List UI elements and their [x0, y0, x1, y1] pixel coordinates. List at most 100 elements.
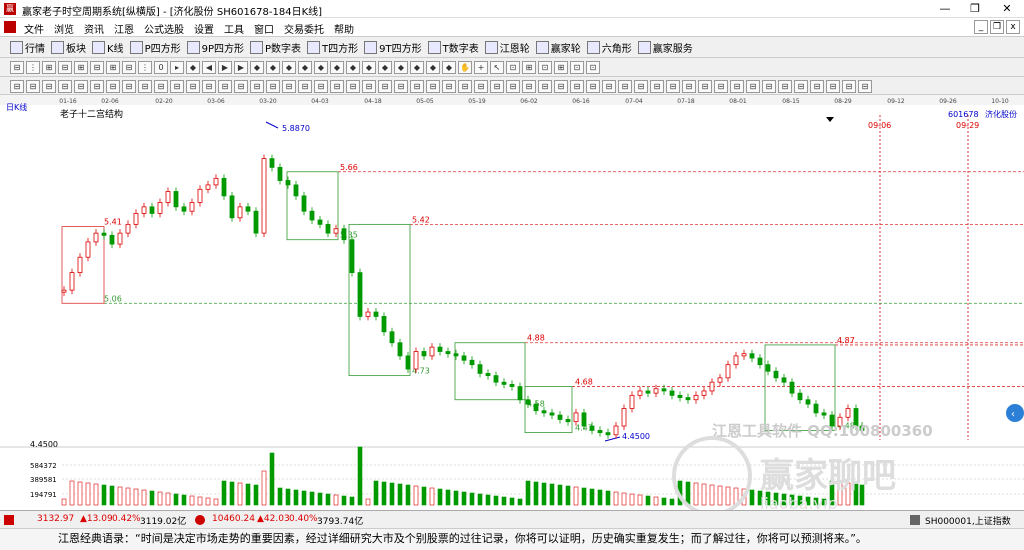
toolbar-item-6[interactable]: T四方形: [307, 40, 358, 55]
tool-icon[interactable]: ⊟: [586, 80, 600, 93]
drawing-tool-icon[interactable]: ⊞: [106, 61, 120, 74]
toolbar-item-11[interactable]: 六角形: [586, 40, 632, 55]
close-button[interactable]: ✕: [992, 0, 1022, 18]
menu-item-7[interactable]: 窗口: [254, 21, 274, 36]
tool-icon[interactable]: ⊟: [314, 80, 328, 93]
tool-icon[interactable]: ⊟: [218, 80, 232, 93]
drawing-tool-icon[interactable]: ⊟: [58, 61, 72, 74]
drawing-tool-icon[interactable]: ↖: [490, 61, 504, 74]
tool-icon[interactable]: ⊟: [618, 80, 632, 93]
tool-icon[interactable]: ⊟: [698, 80, 712, 93]
drawing-tool-icon[interactable]: ⋮: [138, 61, 152, 74]
tool-icon[interactable]: ⊟: [90, 80, 104, 93]
mdi-button-0[interactable]: _: [974, 20, 988, 34]
menu-item-0[interactable]: 文件: [24, 21, 44, 36]
tool-icon[interactable]: ⊟: [794, 80, 808, 93]
tool-icon[interactable]: ⊟: [554, 80, 568, 93]
drawing-tool-icon[interactable]: ◆: [266, 61, 280, 74]
index-selector-icon[interactable]: [910, 515, 920, 525]
drawing-tool-icon[interactable]: ⊞: [522, 61, 536, 74]
toolbar-item-5[interactable]: P数字表: [250, 40, 301, 55]
scroll-right-button[interactable]: [1006, 404, 1024, 422]
toolbar-item-8[interactable]: T数字表: [427, 40, 479, 55]
tool-icon[interactable]: ⊟: [474, 80, 488, 93]
tool-icon[interactable]: ⊟: [250, 80, 264, 93]
sz-index-value[interactable]: 10460.24: [212, 514, 255, 524]
tool-icon[interactable]: ⊟: [442, 80, 456, 93]
tool-icon[interactable]: ⊟: [826, 80, 840, 93]
drawing-tool-icon[interactable]: ⊡: [506, 61, 520, 74]
drawing-tool-icon[interactable]: ✋: [458, 61, 472, 74]
menu-item-8[interactable]: 交易委托: [284, 21, 324, 36]
menu-item-4[interactable]: 公式选股: [144, 21, 184, 36]
tool-icon[interactable]: ⊟: [394, 80, 408, 93]
tool-icon[interactable]: ⊟: [74, 80, 88, 93]
menu-item-9[interactable]: 帮助: [334, 21, 354, 36]
drawing-tool-icon[interactable]: ◆: [378, 61, 392, 74]
toolbar-item-12[interactable]: 赢家服务: [637, 40, 693, 55]
tool-icon[interactable]: ⊟: [266, 80, 280, 93]
tool-icon[interactable]: ⊟: [426, 80, 440, 93]
drawing-tool-icon[interactable]: ▶: [234, 61, 248, 74]
tool-icon[interactable]: ⊟: [170, 80, 184, 93]
menu-item-6[interactable]: 工具: [224, 21, 244, 36]
mdi-button-2[interactable]: x: [1006, 20, 1020, 34]
tool-icon[interactable]: ⊟: [362, 80, 376, 93]
dropdown-arrow-icon[interactable]: [826, 117, 834, 122]
tool-icon[interactable]: ⊟: [842, 80, 856, 93]
drawing-tool-icon[interactable]: ◆: [282, 61, 296, 74]
tool-icon[interactable]: ⊟: [58, 80, 72, 93]
kline-chart[interactable]: 01-16 02-06 02-20 03-06 03-20 04-03 04-18 05-05…: [0, 95, 1024, 510]
drawing-tool-icon[interactable]: ◆: [442, 61, 456, 74]
menu-item-5[interactable]: 设置: [194, 21, 214, 36]
tool-icon[interactable]: ⊟: [538, 80, 552, 93]
tool-icon[interactable]: ⊟: [154, 80, 168, 93]
tool-icon[interactable]: ⊟: [298, 80, 312, 93]
tool-icon[interactable]: ⊟: [634, 80, 648, 93]
index-selector-label[interactable]: SH000001,上证指数: [925, 514, 1011, 527]
tool-icon[interactable]: ⊟: [682, 80, 696, 93]
menu-item-2[interactable]: 资讯: [84, 21, 104, 36]
drawing-tool-icon[interactable]: ▸: [170, 61, 184, 74]
tool-icon[interactable]: ⊟: [570, 80, 584, 93]
drawing-tool-icon[interactable]: ◆: [362, 61, 376, 74]
drawing-tool-icon[interactable]: ◆: [186, 61, 200, 74]
tool-icon[interactable]: ⊟: [810, 80, 824, 93]
drawing-tool-icon[interactable]: ◆: [250, 61, 264, 74]
mdi-button-1[interactable]: ❐: [990, 20, 1004, 34]
drawing-tool-icon[interactable]: ◆: [394, 61, 408, 74]
drawing-tool-icon[interactable]: ◀: [202, 61, 216, 74]
tool-icon[interactable]: ⊟: [666, 80, 680, 93]
scroll-arrow-icon[interactable]: ‹: [1011, 409, 1015, 420]
tool-icon[interactable]: ⊟: [410, 80, 424, 93]
tool-icon[interactable]: ⊟: [506, 80, 520, 93]
tool-icon[interactable]: ⊟: [746, 80, 760, 93]
tool-icon[interactable]: ⊟: [714, 80, 728, 93]
toolbar-item-9[interactable]: 江恩轮: [484, 40, 530, 55]
drawing-tool-icon[interactable]: ⊞: [554, 61, 568, 74]
tool-icon[interactable]: ⊟: [42, 80, 56, 93]
toolbar-item-2[interactable]: K线: [92, 40, 124, 55]
toolbar-item-4[interactable]: 9P四方形: [186, 40, 244, 55]
tool-icon[interactable]: ⊟: [106, 80, 120, 93]
tool-icon[interactable]: ⊟: [26, 80, 40, 93]
toolbar-item-10[interactable]: 赢家轮: [535, 40, 581, 55]
tool-icon[interactable]: ⊟: [378, 80, 392, 93]
drawing-tool-icon[interactable]: ⊞: [74, 61, 88, 74]
maximize-button[interactable]: ❐: [960, 0, 990, 18]
menu-item-1[interactable]: 浏览: [54, 21, 74, 36]
tool-icon[interactable]: ⊟: [730, 80, 744, 93]
drawing-tool-icon[interactable]: ⊡: [586, 61, 600, 74]
tool-icon[interactable]: ⊟: [346, 80, 360, 93]
tool-icon[interactable]: ⊟: [122, 80, 136, 93]
drawing-tool-icon[interactable]: ⊡: [538, 61, 552, 74]
tool-icon[interactable]: ⊟: [186, 80, 200, 93]
drawing-tool-icon[interactable]: ⊟: [90, 61, 104, 74]
tool-icon[interactable]: ⊟: [650, 80, 664, 93]
drawing-tool-icon[interactable]: ◆: [298, 61, 312, 74]
tool-icon[interactable]: ⊟: [138, 80, 152, 93]
toolbar-item-3[interactable]: P四方形: [129, 40, 181, 55]
tool-icon[interactable]: ⊟: [330, 80, 344, 93]
drawing-tool-icon[interactable]: ◆: [426, 61, 440, 74]
toolbar-item-1[interactable]: 板块: [51, 40, 86, 55]
